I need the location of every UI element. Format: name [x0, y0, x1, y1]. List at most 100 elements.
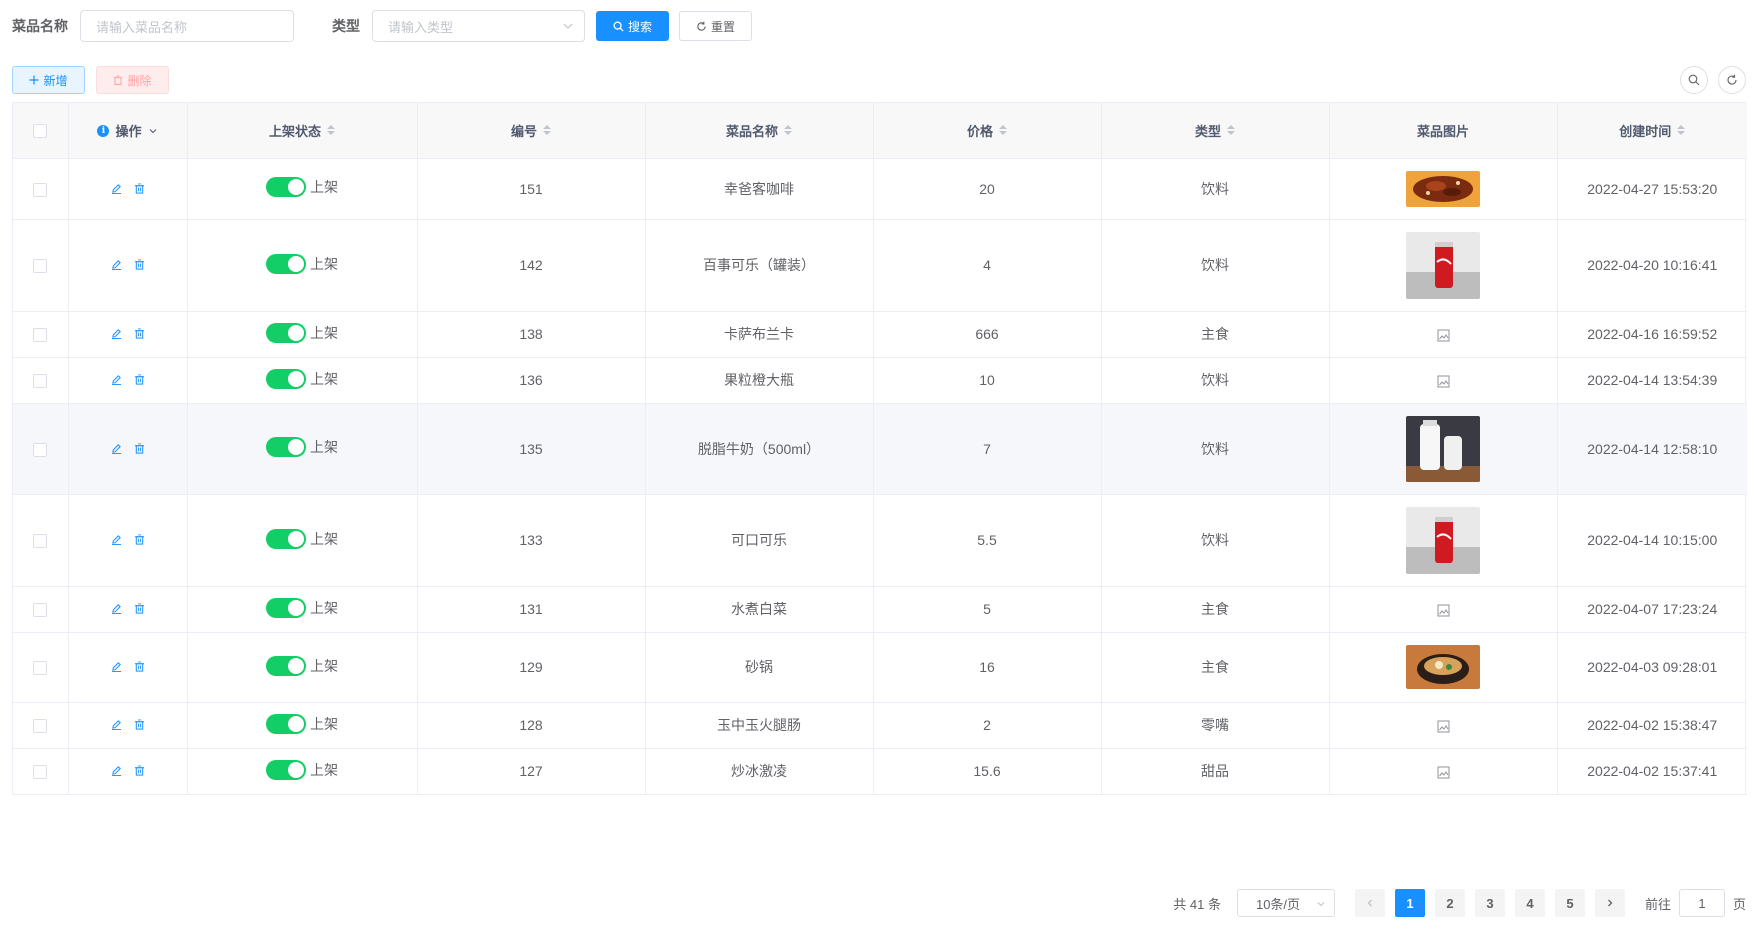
price-header[interactable]: 价格	[873, 103, 1102, 159]
status-label: 上架	[310, 599, 338, 616]
search-bar: 菜品名称 请输入菜品名称 类型 请输入类型 搜索 重置	[12, 10, 752, 42]
type-header[interactable]: 类型	[1101, 103, 1330, 159]
sort-icon[interactable]	[999, 125, 1007, 136]
id-header[interactable]: 编号	[417, 103, 646, 159]
total-count: 共 41 条	[1173, 896, 1221, 912]
page-button-3[interactable]: 3	[1474, 889, 1505, 917]
prev-page-button[interactable]	[1354, 889, 1385, 917]
page-button-4[interactable]: 4	[1514, 889, 1545, 917]
created-header[interactable]: 创建时间	[1557, 103, 1747, 159]
page-button-1[interactable]: 1	[1394, 889, 1425, 917]
delete-icon[interactable]	[134, 442, 145, 454]
row-checkbox[interactable]	[33, 182, 48, 197]
sort-icon[interactable]	[784, 125, 792, 136]
dish-name-input[interactable]: 请输入菜品名称	[80, 10, 294, 42]
delete-icon[interactable]	[134, 603, 145, 614]
table-row: 上架 128 玉中玉火腿肠 2 零嘴 2022-04-02 15:38:47	[13, 702, 1747, 749]
row-actions-cell	[68, 494, 188, 587]
status-switch[interactable]	[266, 759, 306, 780]
created-header-label: 创建时间	[1619, 123, 1672, 139]
sort-icon[interactable]	[1677, 125, 1686, 136]
status-switch[interactable]	[266, 528, 306, 549]
row-name-cell: 玉中玉火腿肠	[645, 702, 874, 749]
edit-icon[interactable]	[111, 183, 122, 194]
edit-icon[interactable]	[111, 374, 122, 385]
page-button-5[interactable]: 5	[1554, 889, 1585, 917]
table-row: 上架 127 炒冰激凌 15.6 甜品 2022-04-02 15:37:41	[13, 748, 1747, 795]
row-status-cell: 上架	[187, 586, 418, 633]
sort-icon[interactable]	[327, 125, 335, 136]
add-button[interactable]: 新增	[12, 66, 85, 94]
row-id-cell: 135	[417, 403, 646, 495]
row-type-cell: 饮料	[1101, 158, 1330, 220]
row-checkbox[interactable]	[33, 259, 48, 274]
status-switch[interactable]	[266, 437, 306, 457]
goto-page-input[interactable]: 1	[1678, 889, 1725, 917]
page-size-select[interactable]: 10条/页	[1236, 889, 1335, 917]
delete-icon[interactable]	[134, 259, 145, 270]
row-price-cell: 10	[873, 357, 1102, 404]
status-switch[interactable]	[266, 253, 306, 274]
row-status-cell: 上架	[187, 158, 418, 220]
delete-icon[interactable]	[134, 182, 145, 194]
search-button[interactable]: 搜索	[596, 11, 669, 41]
edit-icon[interactable]	[111, 259, 122, 270]
status-switch[interactable]	[266, 368, 306, 389]
status-label: 上架	[310, 439, 338, 455]
row-type-cell: 饮料	[1101, 357, 1330, 404]
row-checkbox[interactable]	[33, 603, 48, 618]
edit-icon[interactable]	[111, 719, 122, 730]
table-row: 上架 131 水煮白菜 5 主食 2022-04-07 17:23:24	[13, 586, 1747, 633]
row-checkbox[interactable]	[33, 534, 48, 549]
toggle-search-button[interactable]	[1680, 66, 1708, 94]
edit-icon[interactable]	[111, 534, 122, 545]
edit-icon[interactable]	[111, 603, 122, 614]
row-price-cell: 7	[873, 403, 1102, 495]
status-label: 上架	[310, 715, 338, 732]
status-switch[interactable]	[266, 177, 306, 197]
delete-icon[interactable]	[134, 719, 145, 730]
type-select[interactable]: 请输入类型	[372, 10, 585, 42]
row-checkbox[interactable]	[33, 442, 48, 457]
status-switch[interactable]	[266, 322, 306, 343]
row-image-cell	[1329, 632, 1558, 703]
edit-icon[interactable]	[111, 328, 122, 339]
edit-icon[interactable]	[111, 661, 122, 672]
status-header[interactable]: 上架状态	[187, 103, 418, 159]
actions-header[interactable]: i 操作	[68, 103, 188, 159]
add-button-label: 新增	[43, 73, 68, 88]
delete-icon[interactable]	[134, 661, 145, 672]
edit-icon[interactable]	[111, 765, 122, 776]
sort-icon[interactable]	[543, 125, 551, 136]
row-checkbox[interactable]	[33, 661, 48, 676]
dish-image	[1406, 231, 1480, 299]
delete-icon[interactable]	[134, 765, 145, 776]
row-price-cell: 15.6	[873, 748, 1102, 795]
row-price-cell: 5.5	[873, 494, 1102, 587]
row-checkbox[interactable]	[33, 374, 48, 389]
row-type-cell: 饮料	[1101, 494, 1330, 587]
edit-icon[interactable]	[111, 443, 122, 454]
name-header[interactable]: 菜品名称	[645, 103, 874, 159]
delete-icon[interactable]	[134, 374, 145, 385]
status-label: 上架	[310, 324, 338, 341]
delete-button[interactable]: 删除	[96, 66, 169, 94]
delete-icon[interactable]	[134, 328, 145, 339]
delete-icon[interactable]	[134, 534, 145, 545]
refresh-table-button[interactable]	[1718, 66, 1746, 94]
status-label: 上架	[310, 657, 338, 674]
reset-button[interactable]: 重置	[679, 11, 752, 41]
row-actions-cell	[68, 586, 188, 633]
row-checkbox[interactable]	[33, 719, 48, 734]
status-switch[interactable]	[266, 713, 306, 734]
row-checkbox[interactable]	[33, 765, 48, 780]
sort-icon[interactable]	[1227, 125, 1235, 136]
row-checkbox[interactable]	[33, 328, 48, 343]
page-button-2[interactable]: 2	[1434, 889, 1465, 917]
select-all-checkbox[interactable]	[33, 124, 48, 139]
row-status-cell: 上架	[187, 403, 418, 495]
status-switch[interactable]	[266, 655, 306, 676]
status-switch[interactable]	[266, 597, 306, 618]
refresh-icon	[1727, 74, 1737, 85]
next-page-button[interactable]	[1594, 889, 1625, 917]
